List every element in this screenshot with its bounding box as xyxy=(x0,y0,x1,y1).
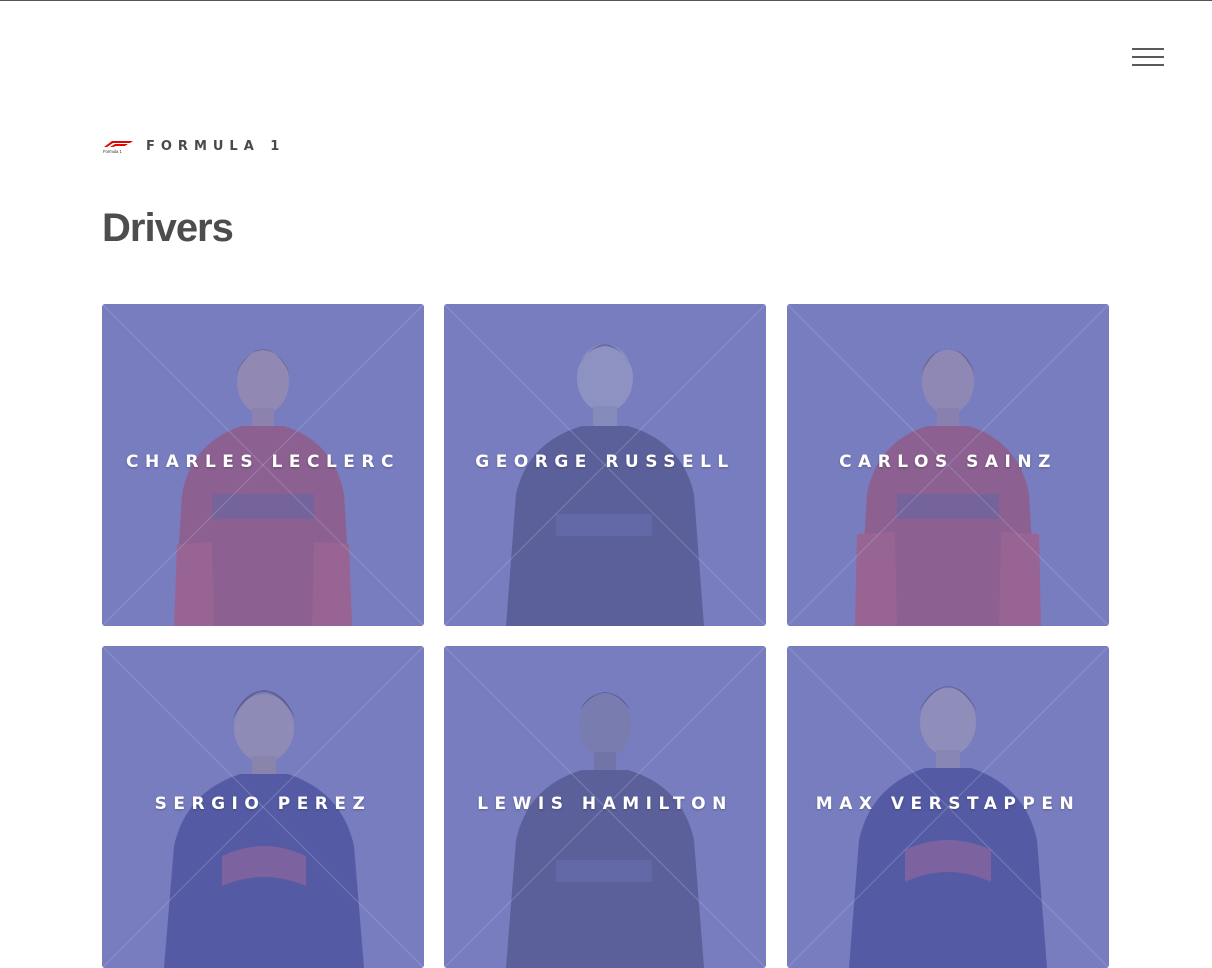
page-title: Drivers xyxy=(102,206,234,250)
driver-card-charles-leclerc[interactable]: CHARLES LECLERC xyxy=(102,304,424,626)
driver-card-sergio-perez[interactable]: SERGIO PEREZ xyxy=(102,646,424,968)
driver-card-carlos-sainz[interactable]: CARLOS SAINZ xyxy=(787,304,1109,626)
driver-card-max-verstappen[interactable]: MAX VERSTAPPEN xyxy=(787,646,1109,968)
driver-name: SERGIO PEREZ xyxy=(154,794,372,814)
driver-name: LEWIS HAMILTON xyxy=(477,794,733,814)
driver-name: CARLOS SAINZ xyxy=(839,452,1057,472)
driver-name: MAX VERSTAPPEN xyxy=(815,794,1081,814)
brand-name: FORMULA 1 xyxy=(146,138,286,154)
hamburger-menu-button[interactable] xyxy=(1130,46,1166,68)
svg-text:Formula 1: Formula 1 xyxy=(103,149,123,154)
driver-card-george-russell[interactable]: GEORGE RUSSELL xyxy=(444,304,766,626)
brand[interactable]: Formula 1 FORMULA 1 xyxy=(102,136,285,156)
driver-card-lewis-hamilton[interactable]: LEWIS HAMILTON xyxy=(444,646,766,968)
menu-bar xyxy=(1132,64,1164,66)
driver-name: GEORGE RUSSELL xyxy=(475,452,735,472)
menu-bar xyxy=(1132,56,1164,58)
driver-name: CHARLES LECLERC xyxy=(126,452,400,472)
top-border xyxy=(0,0,1212,1)
f1-logo-icon: Formula 1 xyxy=(102,138,134,154)
menu-bar xyxy=(1132,48,1164,50)
